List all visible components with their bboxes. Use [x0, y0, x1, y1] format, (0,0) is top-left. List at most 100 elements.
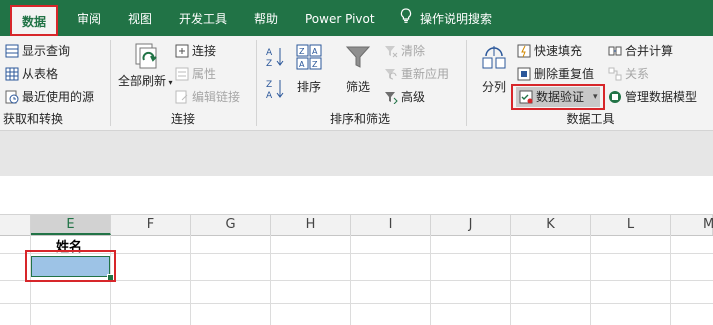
- consolidate-icon: [608, 44, 622, 58]
- svg-text:A: A: [266, 91, 273, 100]
- filter-button[interactable]: 筛选: [340, 44, 376, 95]
- remove-duplicates-button[interactable]: 删除重复值: [517, 64, 594, 84]
- filter-label: 筛选: [345, 80, 370, 94]
- reapply-icon: [384, 67, 398, 81]
- tell-me-label: 操作说明搜索: [420, 12, 493, 26]
- flash-fill-label: 快速填充: [534, 44, 583, 58]
- edit-links-label: 编辑链接: [192, 90, 241, 104]
- advanced-filter-label: 高级: [401, 90, 426, 104]
- advanced-filter-icon: [384, 90, 398, 104]
- svg-text:Z: Z: [266, 80, 272, 90]
- column-header-j[interactable]: J: [431, 215, 511, 235]
- properties-label: 属性: [192, 67, 217, 81]
- group-label-get-transform: 获取和转换: [2, 112, 63, 126]
- remove-duplicates-label: 删除重复值: [534, 67, 595, 81]
- tab-developer[interactable]: 开发工具: [179, 0, 227, 36]
- formula-bar-area: [0, 131, 713, 176]
- show-queries-label: 显示查询: [22, 44, 71, 58]
- recent-sources-label: 最近使用的源: [22, 90, 95, 104]
- svg-text:A: A: [299, 60, 305, 69]
- relationships-button[interactable]: 关系: [608, 64, 649, 84]
- sort-z-to-a-icon: ZA: [266, 80, 284, 101]
- svg-text:Z: Z: [299, 47, 305, 56]
- svg-text:Z: Z: [266, 59, 272, 68]
- manage-data-model-label: 管理数据模型: [625, 90, 698, 104]
- column-header-g[interactable]: G: [191, 215, 271, 235]
- ribbon-tab-bar: 数据 审阅 视图 开发工具 帮助 Power Pivot 操作说明搜索: [0, 0, 713, 36]
- relationships-label: 关系: [625, 67, 650, 81]
- group-separator: [110, 40, 111, 126]
- highlight-box-selected-cell: [25, 250, 116, 282]
- tab-data[interactable]: 数据: [10, 5, 59, 36]
- svg-text:A: A: [312, 47, 318, 56]
- refresh-all-icon: [135, 43, 157, 69]
- properties-icon: [175, 67, 189, 81]
- sort-icon: Z AA Z: [296, 44, 322, 70]
- edit-links-icon: [175, 90, 189, 104]
- edit-links-button[interactable]: 编辑链接: [175, 87, 240, 107]
- data-model-icon: [608, 90, 622, 104]
- row-header-corner: [0, 215, 31, 235]
- svg-text:A: A: [266, 48, 273, 58]
- column-header-e[interactable]: E: [31, 215, 111, 235]
- group-label-data-tools: 数据工具: [566, 112, 615, 126]
- text-to-columns-icon: [482, 46, 506, 69]
- flash-fill-button[interactable]: 快速填充: [517, 41, 582, 61]
- consolidate-label: 合并计算: [625, 44, 674, 58]
- refresh-all-button[interactable]: 全部刷新 ▾: [118, 42, 173, 89]
- column-headers: E F G H I J K L M: [0, 214, 713, 236]
- table-icon: [5, 67, 19, 81]
- recent-sources-icon: [5, 90, 19, 104]
- manage-data-model-button[interactable]: 管理数据模型: [608, 87, 697, 107]
- column-header-h[interactable]: H: [271, 215, 351, 235]
- remove-duplicates-icon: [517, 67, 531, 81]
- ribbon: 显示查询 从表格 最近使用的源 获取和转换 全部刷新 ▾ 连接 属性 编辑链接 …: [0, 36, 713, 131]
- show-queries-button[interactable]: 显示查询: [5, 41, 70, 61]
- column-header-m[interactable]: M: [671, 215, 713, 235]
- reapply-label: 重新应用: [401, 67, 450, 81]
- dropdown-arrow-icon: ▾: [166, 78, 173, 87]
- connections-label: 连接: [192, 44, 217, 58]
- properties-button[interactable]: 属性: [175, 64, 216, 84]
- refresh-all-label: 全部刷新: [118, 74, 167, 88]
- clear-filter-button[interactable]: 清除: [384, 41, 425, 61]
- column-header-i[interactable]: I: [351, 215, 431, 235]
- flash-fill-icon: [517, 44, 531, 58]
- column-header-k[interactable]: K: [511, 215, 591, 235]
- group-label-connections: 连接: [170, 112, 195, 126]
- advanced-filter-button[interactable]: 高级: [384, 87, 425, 107]
- relationships-icon: [608, 67, 622, 81]
- tab-help[interactable]: 帮助: [254, 0, 278, 36]
- funnel-icon: [345, 46, 371, 68]
- group-separator: [466, 40, 467, 126]
- consolidate-button[interactable]: 合并计算: [608, 41, 673, 61]
- column-header-l[interactable]: L: [591, 215, 671, 235]
- tab-power-pivot[interactable]: Power Pivot: [305, 0, 375, 36]
- sort-button[interactable]: ZAAZ 排序: [292, 44, 326, 95]
- group-label-sort-filter: 排序和筛选: [329, 112, 390, 126]
- tell-me-search[interactable]: 操作说明搜索: [400, 0, 492, 36]
- grid-line: [0, 303, 713, 304]
- sort-label: 排序: [296, 80, 321, 94]
- clear-filter-label: 清除: [401, 44, 426, 58]
- group-separator: [256, 40, 257, 126]
- sort-z-to-a-button[interactable]: ZA: [266, 78, 286, 101]
- lightbulb-icon: [400, 1, 412, 39]
- tab-review[interactable]: 审阅: [77, 0, 101, 36]
- from-table-button[interactable]: 从表格: [5, 64, 58, 84]
- sort-a-to-z-icon: AZ: [266, 48, 284, 69]
- recent-sources-button[interactable]: 最近使用的源: [5, 87, 94, 107]
- clear-filter-icon: [384, 44, 398, 58]
- svg-text:Z: Z: [312, 60, 318, 69]
- text-to-columns-label: 分列: [481, 80, 506, 94]
- text-to-columns-button[interactable]: 分列: [476, 44, 512, 95]
- column-header-f[interactable]: F: [111, 215, 191, 235]
- highlight-box-data-validation: [511, 84, 605, 110]
- show-queries-icon: [5, 44, 19, 58]
- tab-view[interactable]: 视图: [128, 0, 152, 36]
- connections-button[interactable]: 连接: [175, 41, 216, 61]
- from-table-label: 从表格: [22, 67, 59, 81]
- sort-a-to-z-button[interactable]: AZ: [266, 46, 286, 69]
- connections-icon: [175, 44, 189, 58]
- reapply-button[interactable]: 重新应用: [384, 64, 449, 84]
